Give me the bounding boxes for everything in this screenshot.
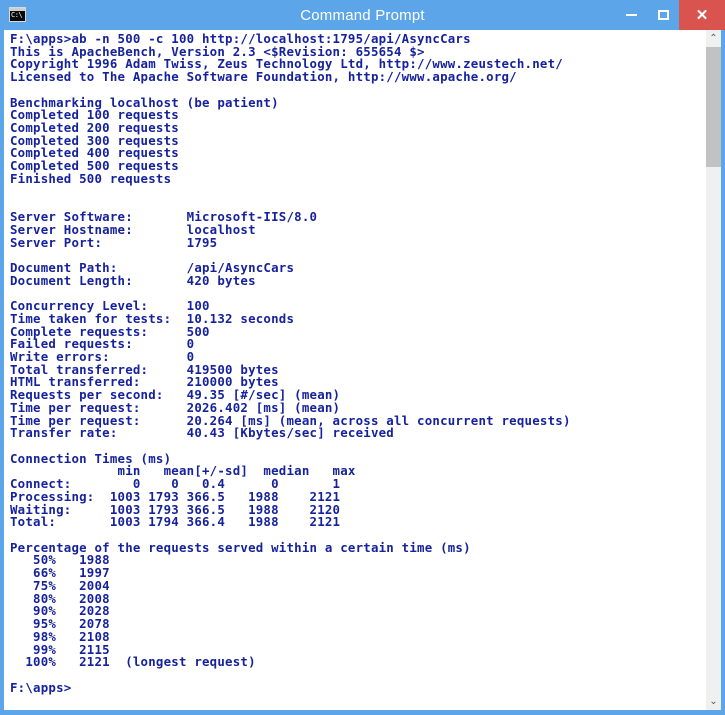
command-prompt-window: C:\ Command Prompt ✕ F:\apps>ab -n 500 -… — [0, 0, 725, 715]
minimize-button[interactable] — [615, 0, 647, 30]
scrollbar-track[interactable] — [706, 47, 721, 693]
maximize-icon — [657, 10, 669, 20]
icon-prompt-text: C:\ — [11, 11, 23, 19]
scroll-up-arrow-icon[interactable]: ⌃ — [706, 30, 721, 47]
title-bar[interactable]: C:\ Command Prompt ✕ — [0, 0, 725, 30]
close-button[interactable]: ✕ — [679, 0, 725, 30]
vertical-scrollbar[interactable]: ⌃ ⌄ — [706, 30, 721, 710]
console-area: F:\apps>ab -n 500 -c 100 http://localhos… — [4, 30, 721, 710]
window-controls: ✕ — [615, 0, 725, 30]
command-prompt-icon: C:\ — [9, 7, 26, 22]
minimize-icon — [625, 14, 637, 16]
scrollbar-thumb[interactable] — [706, 47, 721, 167]
console-output[interactable]: F:\apps>ab -n 500 -c 100 http://localhos… — [4, 30, 706, 710]
scroll-down-arrow-icon[interactable]: ⌄ — [706, 693, 721, 710]
maximize-button[interactable] — [647, 0, 679, 30]
